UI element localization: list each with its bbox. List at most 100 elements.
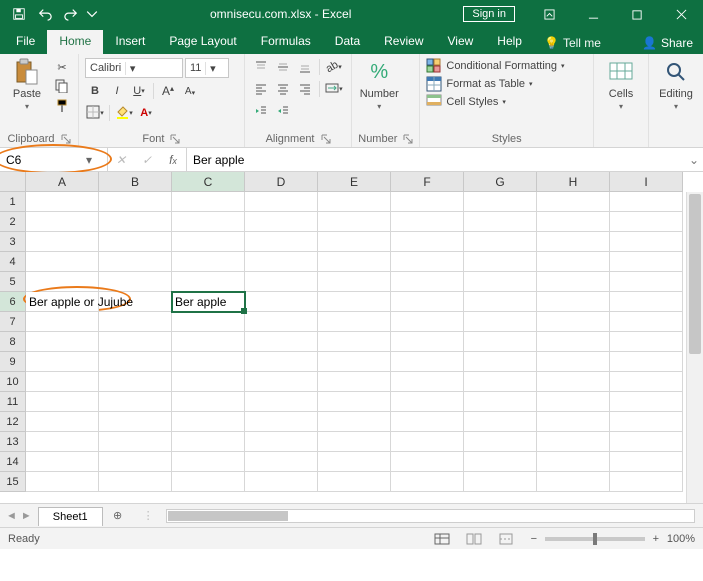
cell-F10[interactable] [391,372,464,392]
cell-D9[interactable] [245,352,318,372]
cell-I10[interactable] [610,372,683,392]
fill-color-button[interactable]: ▾ [114,104,134,122]
cell-A1[interactable] [26,192,99,212]
cell-F1[interactable] [391,192,464,212]
cell-E15[interactable] [318,472,391,492]
row-header-8[interactable]: 8 [0,332,26,352]
cell-C10[interactable] [172,372,245,392]
cell-G11[interactable] [464,392,537,412]
column-header-G[interactable]: G [464,172,537,192]
column-header-F[interactable]: F [391,172,464,192]
zoom-in-button[interactable]: + [649,533,663,545]
name-box-input[interactable] [0,153,80,167]
format-painter-button[interactable] [52,98,72,116]
cell-C12[interactable] [172,412,245,432]
zoom-out-button[interactable]: − [527,533,541,545]
cell-H15[interactable] [537,472,610,492]
tab-help[interactable]: Help [485,30,534,54]
increase-indent-button[interactable] [273,102,293,120]
cell-B14[interactable] [99,452,172,472]
cell-E4[interactable] [318,252,391,272]
horizontal-scrollbar[interactable] [166,509,695,523]
cell-G2[interactable] [464,212,537,232]
cell-F2[interactable] [391,212,464,232]
orientation-button[interactable]: ab▾ [324,58,344,76]
sheet-tab-active[interactable]: Sheet1 [38,507,103,526]
cell-H14[interactable] [537,452,610,472]
cell-D13[interactable] [245,432,318,452]
cell-H3[interactable] [537,232,610,252]
cell-G9[interactable] [464,352,537,372]
cell-A4[interactable] [26,252,99,272]
cell-F4[interactable] [391,252,464,272]
tab-page-layout[interactable]: Page Layout [157,30,248,54]
cell-H6[interactable] [537,292,610,312]
cell-D1[interactable] [245,192,318,212]
column-header-E[interactable]: E [318,172,391,192]
row-header-5[interactable]: 5 [0,272,26,292]
editing-button[interactable]: Editing ▾ [655,58,697,111]
cell-G7[interactable] [464,312,537,332]
cell-I6[interactable] [610,292,683,312]
cell-B4[interactable] [99,252,172,272]
vertical-scrollbar[interactable] [686,192,703,503]
cell-E14[interactable] [318,452,391,472]
cell-A11[interactable] [26,392,99,412]
cell-F9[interactable] [391,352,464,372]
number-dialog-launcher[interactable] [403,134,413,144]
alignment-dialog-launcher[interactable] [321,134,331,144]
cell-C7[interactable] [172,312,245,332]
undo-icon[interactable] [34,3,56,25]
cell-D15[interactable] [245,472,318,492]
align-left-button[interactable] [251,80,271,98]
cell-D3[interactable] [245,232,318,252]
cell-B12[interactable] [99,412,172,432]
cell-styles-button[interactable]: Cell Styles▾ [426,94,564,110]
cell-G12[interactable] [464,412,537,432]
cell-G5[interactable] [464,272,537,292]
cell-I8[interactable] [610,332,683,352]
cell-E3[interactable] [318,232,391,252]
cell-G6[interactable] [464,292,537,312]
zoom-slider[interactable] [545,537,645,541]
bold-button[interactable]: B [85,82,105,100]
tab-review[interactable]: Review [372,30,435,54]
cell-F12[interactable] [391,412,464,432]
cell-E13[interactable] [318,432,391,452]
cell-I2[interactable] [610,212,683,232]
cell-F14[interactable] [391,452,464,472]
cell-B3[interactable] [99,232,172,252]
cell-G14[interactable] [464,452,537,472]
cell-G1[interactable] [464,192,537,212]
row-header-3[interactable]: 3 [0,232,26,252]
decrease-indent-button[interactable] [251,102,271,120]
cell-E5[interactable] [318,272,391,292]
name-box[interactable]: ▾ [0,148,108,171]
borders-button[interactable]: ▾ [85,104,105,122]
new-sheet-button[interactable]: ⊕ [107,505,129,527]
cell-H1[interactable] [537,192,610,212]
align-top-button[interactable] [251,58,271,76]
cell-C8[interactable] [172,332,245,352]
number-format-button[interactable]: % Number ▾ [358,58,400,111]
column-header-B[interactable]: B [99,172,172,192]
cell-F5[interactable] [391,272,464,292]
cell-G4[interactable] [464,252,537,272]
cell-A6[interactable]: Ber apple or Jujube [26,292,99,312]
cell-G10[interactable] [464,372,537,392]
underline-button[interactable]: U▾ [129,82,149,100]
qat-customize-icon[interactable] [86,3,98,25]
select-all-button[interactable] [0,172,26,192]
cell-C9[interactable] [172,352,245,372]
tab-view[interactable]: View [436,30,486,54]
tab-insert[interactable]: Insert [103,30,157,54]
cell-E11[interactable] [318,392,391,412]
cell-F8[interactable] [391,332,464,352]
sheet-nav-prev[interactable]: ◄ [6,510,17,522]
cell-I14[interactable] [610,452,683,472]
save-icon[interactable] [8,3,30,25]
enter-formula-button[interactable]: ✓ [134,153,160,167]
increase-font-button[interactable]: A▴ [158,82,178,100]
close-icon[interactable] [659,0,703,28]
row-header-1[interactable]: 1 [0,192,26,212]
